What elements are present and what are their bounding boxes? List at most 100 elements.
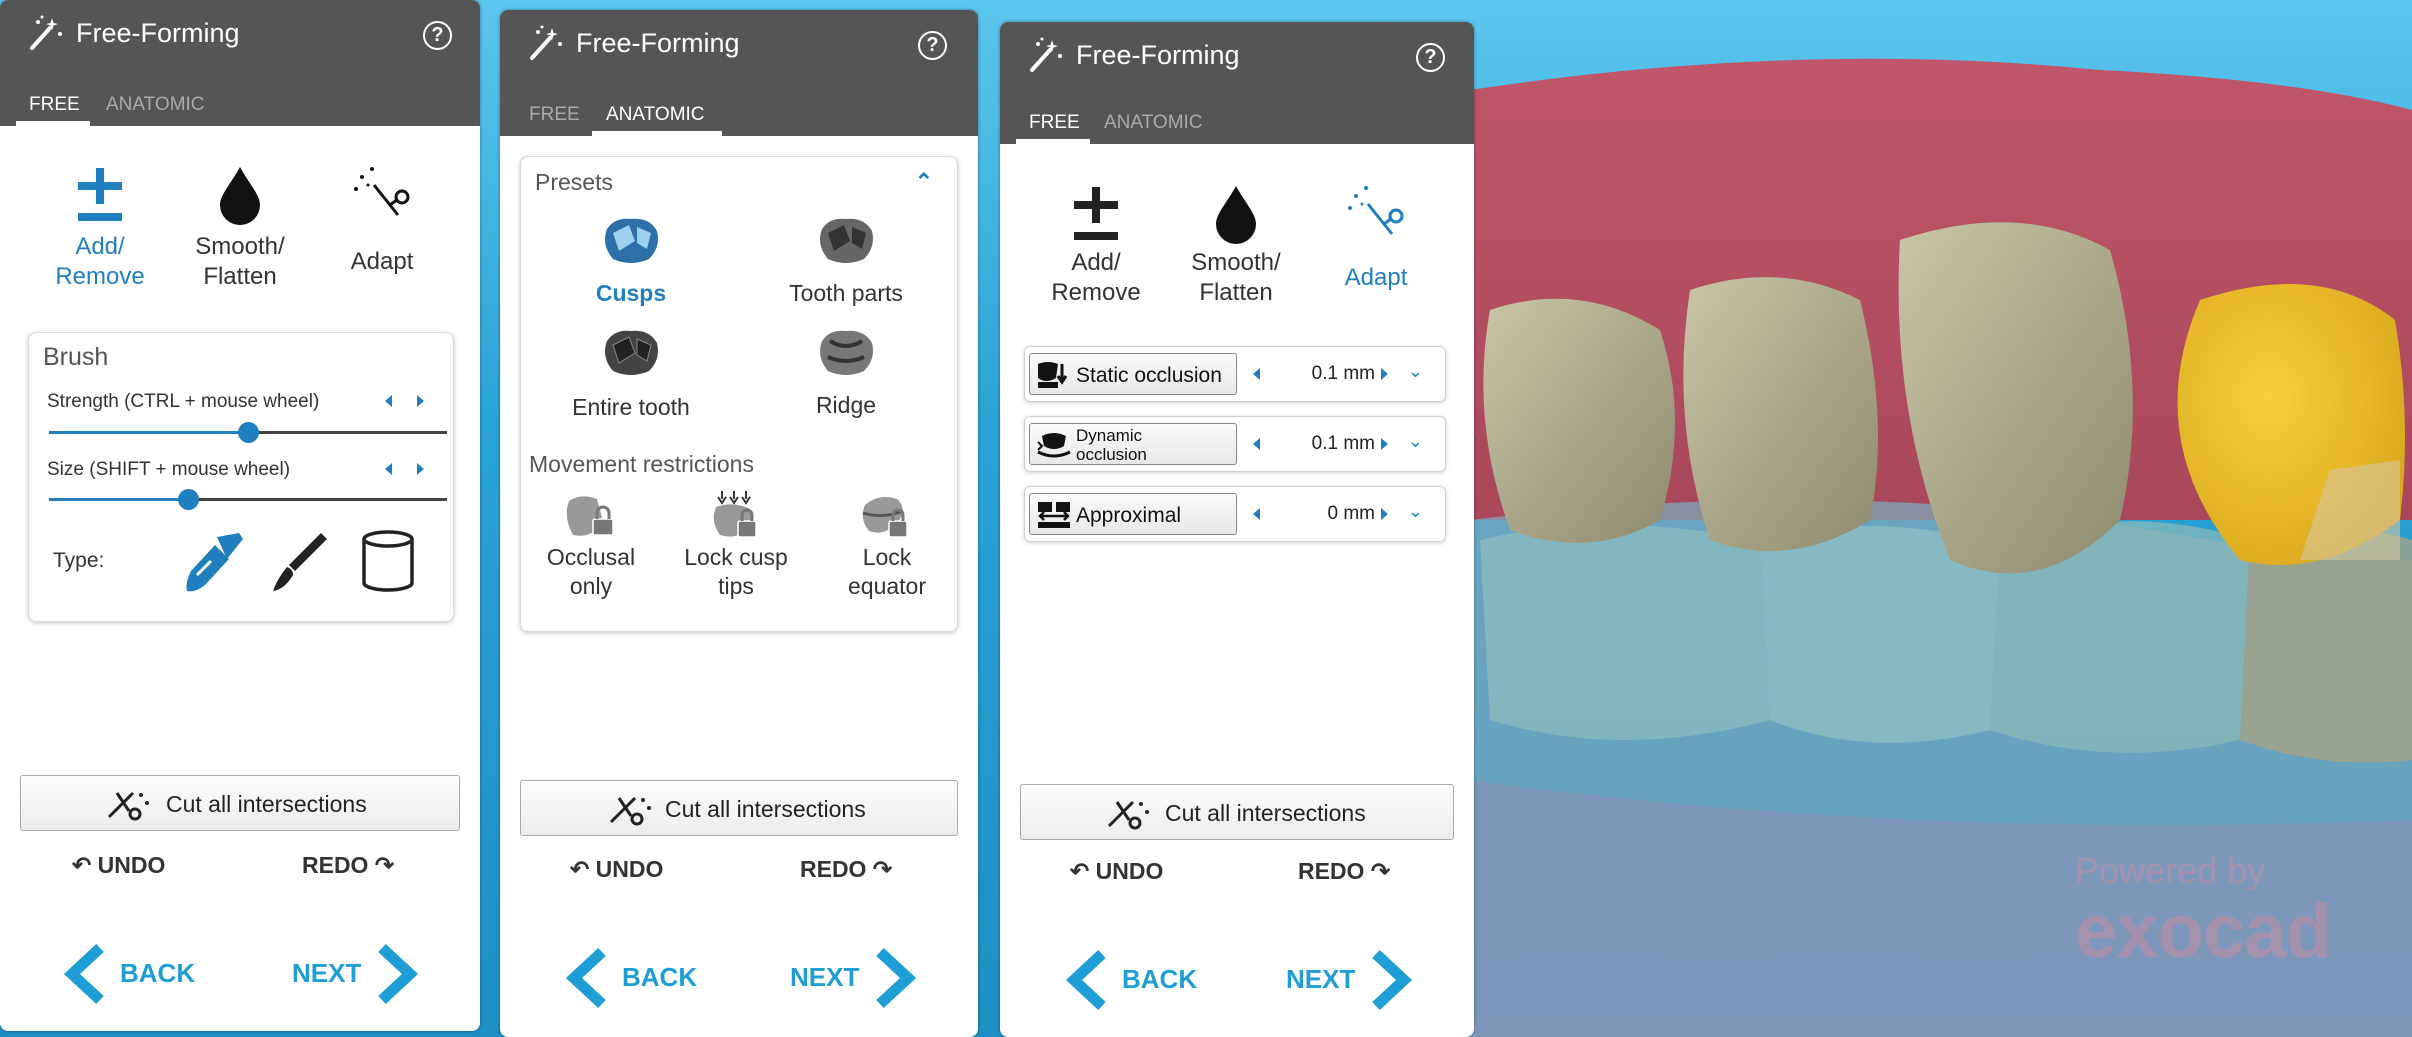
tab-free[interactable]: FREE <box>29 94 80 116</box>
restriction-label-line2: tips <box>718 573 754 599</box>
chevron-down-icon[interactable]: ⌄ <box>1408 361 1423 382</box>
cut-all-intersections-button[interactable]: Cut all intersections <box>20 775 460 831</box>
restriction-lock-equator[interactable]: Lock equator <box>827 491 947 611</box>
size-decrease[interactable] <box>385 463 392 475</box>
active-tab-underline <box>16 121 90 126</box>
size-label: Size (SHIFT + mouse wheel) <box>47 459 291 480</box>
fine-brush-icon[interactable] <box>271 529 331 595</box>
dynamic-occlusion-icon <box>1037 433 1071 458</box>
chevron-right-icon <box>1372 950 1413 1010</box>
tab-anatomic[interactable]: ANATOMIC <box>606 104 705 126</box>
free-forming-panel-adapt: Free-Forming ? FREE ANATOMIC Add/ Remove… <box>1000 22 1474 1037</box>
cusps-tooth-icon <box>605 218 658 263</box>
redo-label: REDO <box>1298 858 1365 884</box>
strength-fill <box>49 431 248 434</box>
cylinder-icon[interactable] <box>359 529 417 595</box>
chevron-down-icon[interactable]: ⌄ <box>1408 501 1423 522</box>
presets-title: Presets <box>535 169 613 195</box>
tool-label-line2: Flatten <box>1199 279 1273 306</box>
tab-anatomic[interactable]: ANATOMIC <box>106 94 205 116</box>
occlusal-lock-icon <box>566 496 614 536</box>
tool-adapt[interactable]: Adapt <box>1316 184 1436 324</box>
value-increase[interactable] <box>1381 368 1388 380</box>
tooth-parts-icon <box>820 218 873 263</box>
drop-icon <box>1216 186 1256 244</box>
chevron-left-icon <box>1065 950 1106 1010</box>
option-value: 0.1 mm <box>1311 363 1375 384</box>
help-icon[interactable]: ? <box>423 21 452 50</box>
size-knob[interactable] <box>178 489 200 510</box>
value-decrease[interactable] <box>1253 508 1260 520</box>
cut-label: Cut all intersections <box>1165 800 1366 826</box>
tab-anatomic[interactable]: ANATOMIC <box>1104 112 1203 134</box>
preset-cusps[interactable]: Cusps <box>561 215 701 315</box>
restriction-label-line2: equator <box>847 573 926 599</box>
strength-label: Strength (CTRL + mouse wheel) <box>47 391 320 412</box>
help-icon[interactable]: ? <box>1416 43 1445 72</box>
size-slider[interactable] <box>49 489 447 510</box>
restriction-label-line1: Lock cusp <box>684 544 788 570</box>
value-decrease[interactable] <box>1253 368 1260 380</box>
strength-knob[interactable] <box>238 422 259 443</box>
undo-button[interactable]: ↶ UNDO <box>72 852 165 879</box>
cut-label: Cut all intersections <box>166 791 367 817</box>
strength-increase[interactable] <box>417 395 424 407</box>
tool-smooth-flatten[interactable]: Smooth/ Flatten <box>180 160 300 300</box>
next-label: NEXT <box>1286 964 1356 994</box>
undo-button[interactable]: ↶ UNDO <box>1070 858 1163 885</box>
approximal-button[interactable]: Approximal <box>1029 493 1237 535</box>
tab-free[interactable]: FREE <box>529 104 580 126</box>
value-increase[interactable] <box>1381 508 1388 520</box>
preset-ridge[interactable]: Ridge <box>771 327 921 427</box>
approximal-icon <box>1038 502 1070 528</box>
value-increase[interactable] <box>1381 438 1388 450</box>
cut-all-intersections-button[interactable]: Cut all intersections <box>520 780 958 836</box>
option-label: Static occlusion <box>1076 364 1222 387</box>
tool-label-line2: Flatten <box>203 263 277 290</box>
preset-entire-tooth[interactable]: Entire tooth <box>551 327 711 427</box>
tool-label-line1: Add/ <box>75 233 125 260</box>
drop-icon <box>220 167 260 225</box>
restriction-occlusal-only[interactable]: Occlusal only <box>531 491 651 611</box>
strength-decrease[interactable] <box>385 395 392 407</box>
redo-button[interactable]: REDO ↷ <box>302 852 394 879</box>
brush-title: Brush <box>43 343 109 371</box>
wide-brush-icon[interactable] <box>181 531 247 597</box>
tool-add-remove[interactable]: Add/ Remove <box>1036 184 1156 324</box>
collapse-chevron-icon[interactable]: ⌃ <box>915 169 933 195</box>
strength-slider[interactable] <box>49 422 447 443</box>
panel-header: Free-Forming ? FREE ANATOMIC <box>0 0 480 126</box>
tab-free[interactable]: FREE <box>1029 112 1080 134</box>
adapt-wand-icon <box>354 167 410 216</box>
lock-cusp-tips-icon <box>713 491 757 538</box>
dynamic-occlusion-button[interactable]: Dynamic occlusion <box>1029 423 1237 465</box>
preset-label: Entire tooth <box>572 394 690 420</box>
chevron-right-icon <box>876 948 917 1008</box>
tool-smooth-flatten[interactable]: Smooth/ Flatten <box>1176 184 1296 324</box>
undo-label: UNDO <box>1095 858 1164 884</box>
restriction-lock-cusp-tips[interactable]: Lock cusp tips <box>671 491 801 611</box>
redo-button[interactable]: REDO ↷ <box>800 856 892 883</box>
option-label-line1: Dynamic <box>1076 426 1143 445</box>
undo-label: UNDO <box>595 856 664 882</box>
preset-tooth-parts[interactable]: Tooth parts <box>761 215 931 315</box>
static-occlusion-button[interactable]: Static occlusion <box>1029 353 1237 395</box>
chevron-down-icon[interactable]: ⌄ <box>1408 431 1423 452</box>
panel-header: Free-Forming ? FREE ANATOMIC <box>500 10 978 136</box>
preset-label: Tooth parts <box>789 280 903 306</box>
scissors-icon <box>609 796 651 826</box>
type-label: Type: <box>53 549 105 572</box>
tool-adapt[interactable]: Adapt <box>322 160 442 300</box>
brush-settings: Brush Strength (CTRL + mouse wheel) Size… <box>28 332 454 622</box>
undo-button[interactable]: ↶ UNDO <box>570 856 663 883</box>
option-dynamic-occlusion: Dynamic occlusion 0.1 mm ⌄ <box>1024 416 1446 472</box>
value-decrease[interactable] <box>1253 438 1260 450</box>
cut-all-intersections-button[interactable]: Cut all intersections <box>1020 784 1454 840</box>
tool-label-line2: Remove <box>1051 279 1141 306</box>
tool-add-remove[interactable]: Add/ Remove <box>40 160 160 300</box>
help-icon[interactable]: ? <box>918 31 947 60</box>
preset-label: Ridge <box>815 392 877 418</box>
size-increase[interactable] <box>417 463 424 475</box>
redo-button[interactable]: REDO ↷ <box>1298 858 1390 885</box>
restriction-label-line1: Occlusal <box>546 544 636 570</box>
